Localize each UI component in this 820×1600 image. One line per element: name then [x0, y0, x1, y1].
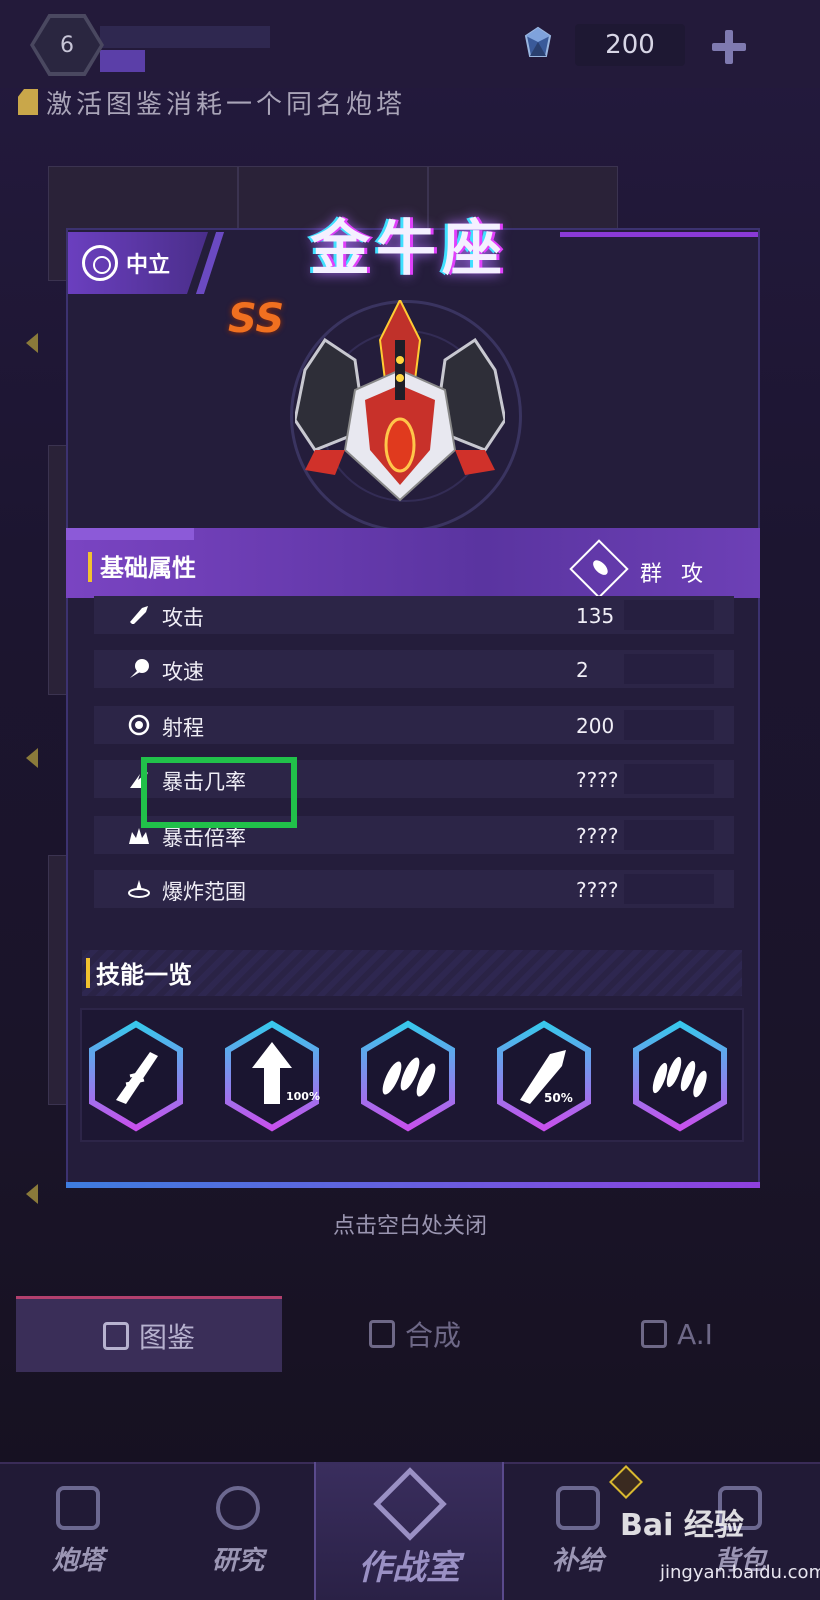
nav-label: 炮塔 [51, 1546, 104, 1576]
stat-row-attack-speed: 攻速 2 [94, 650, 734, 688]
grid-icon [368, 1320, 395, 1348]
gem-count: 200 [575, 24, 685, 66]
turret-icon [56, 1486, 100, 1530]
tab-label: A.I [677, 1317, 713, 1351]
stat-value: 2 [576, 658, 589, 682]
modal-top-line [560, 232, 758, 237]
stat-value-bg [624, 764, 714, 794]
attack-type-label: 群 攻 [640, 562, 709, 587]
stat-value: ???? [576, 768, 619, 792]
tower-ship-image [295, 300, 505, 502]
skill-badge: 100% [286, 1090, 320, 1103]
stat-value: 135 [576, 604, 615, 628]
skill-slot[interactable] [358, 1020, 458, 1132]
skill-slot[interactable] [86, 1020, 186, 1132]
faction-icon [82, 245, 118, 281]
stat-value-bg [624, 820, 714, 850]
background-card-5 [48, 855, 68, 1105]
nav-label: 补给 [551, 1546, 604, 1576]
skill-slot[interactable]: 100% [222, 1020, 322, 1132]
nav-research[interactable]: 研究 [178, 1478, 298, 1588]
diamond-icon [524, 26, 552, 57]
notice-banner: 激活图鉴消耗一个同名炮塔 [18, 82, 406, 122]
stat-value: ???? [576, 824, 619, 848]
base-attributes-title: 基础属性 [100, 554, 196, 582]
faction-tag: 中立 [68, 232, 208, 294]
modal-bottom-line [66, 1182, 760, 1188]
nav-label: 研究 [211, 1546, 264, 1576]
background-arrow-icon [26, 748, 38, 768]
watermark-brand: Bai 经验 [620, 1508, 744, 1543]
skills-accent [86, 958, 90, 988]
exp-bar-fill [100, 50, 145, 72]
chip-icon [641, 1320, 668, 1348]
stat-label: 射程 [162, 716, 204, 740]
tab-label: 图鉴 [138, 1320, 195, 1354]
speed-icon [130, 659, 149, 678]
section-accent [88, 552, 92, 582]
skill-badge: 50% [544, 1091, 573, 1105]
atom-icon [216, 1486, 260, 1530]
skill-slot[interactable] [630, 1020, 730, 1132]
close-hint[interactable]: 点击空白处关闭 [0, 1208, 820, 1240]
stat-value-bg [624, 874, 714, 904]
stat-label: 爆炸范围 [162, 880, 246, 904]
nav-turret[interactable]: 炮塔 [18, 1478, 138, 1588]
stat-value-bg [624, 600, 714, 630]
stat-row-attack: 攻击 135 [94, 596, 734, 634]
background-card-4 [48, 445, 68, 695]
level-value: 6 [34, 18, 100, 72]
stat-row-explosion-range: 爆炸范围 ???? [94, 870, 734, 908]
book-icon [102, 1321, 129, 1350]
stat-value-bg [624, 654, 714, 684]
watermark-url: jingyan.baidu.com [660, 1562, 820, 1583]
stat-label: 攻击 [162, 606, 204, 630]
stat-row-range: 射程 200 [94, 706, 734, 744]
tab-encyclopedia[interactable]: 图鉴 [16, 1296, 282, 1372]
tower-name: 金牛座 [310, 214, 508, 284]
crit-chance-highlight-box [141, 757, 297, 828]
rank-badge: SS [228, 296, 285, 342]
stat-label: 攻速 [162, 660, 204, 684]
background-arrow-icon [26, 1184, 38, 1204]
tab-bar: 图鉴 合成 A.I [16, 1296, 806, 1372]
nav-war-room-label[interactable]: 作战室 [314, 1540, 504, 1589]
cart-icon [556, 1486, 600, 1530]
background-arrow-icon [26, 333, 38, 353]
stat-value-bg [624, 710, 714, 740]
stat-value: 200 [576, 714, 615, 738]
explosion-icon [128, 880, 150, 898]
exp-bar-track [100, 26, 270, 48]
sword-icon [130, 606, 148, 624]
skills-title: 技能一览 [96, 961, 192, 989]
faction-label: 中立 [126, 253, 171, 278]
tab-synthesis[interactable]: 合成 [282, 1296, 548, 1372]
notice-text: 激活图鉴消耗一个同名炮塔 [46, 89, 407, 120]
tab-label: 合成 [404, 1319, 461, 1352]
target-icon [128, 714, 150, 736]
notice-icon [18, 89, 38, 115]
skill-slot[interactable]: 50% [494, 1020, 594, 1132]
tab-ai[interactable]: A.I [548, 1296, 806, 1372]
stat-value: ???? [576, 878, 619, 902]
add-gems-button[interactable] [712, 30, 746, 64]
